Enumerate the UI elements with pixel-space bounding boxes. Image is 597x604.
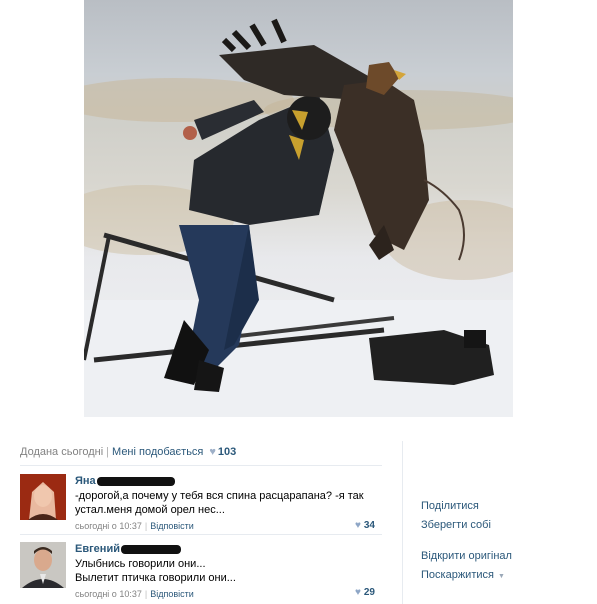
- reply-link[interactable]: Відповісти: [150, 521, 194, 531]
- comment-item: Яна -дорогой,а почему у тебя вся спина р…: [20, 474, 382, 534]
- comment-item: Евгений Улыбнись говорили они... Вылетит…: [20, 542, 382, 602]
- chevron-down-icon: ▼: [497, 573, 505, 580]
- comment-timestamp[interactable]: сьогодні о 10:37: [75, 521, 142, 531]
- comment-like-button[interactable]: ♥ 34: [355, 520, 375, 531]
- post-meta-bar: Додана сьогодні | Мені подобається ♥ 103: [20, 446, 236, 458]
- redacted-surname: [96, 476, 175, 486]
- comment-text-line: Улыбнись говорили они...: [75, 558, 206, 570]
- comment-like-count: 29: [363, 587, 375, 598]
- report-dropdown[interactable]: Поскаржитися ▼: [421, 569, 512, 583]
- post-photo[interactable]: [84, 0, 513, 417]
- share-link[interactable]: Поділитися: [421, 500, 512, 513]
- comment-divider: [20, 534, 382, 535]
- avatar[interactable]: [20, 474, 66, 520]
- comment-timestamp[interactable]: сьогодні о 10:37: [75, 589, 142, 599]
- redacted-surname: [120, 544, 181, 554]
- open-original-link[interactable]: Відкрити оригінал: [421, 550, 512, 563]
- comment-text-line: Вылетит птичка говорили они...: [75, 572, 236, 584]
- photo-actions-menu: Поділитися Зберегти собі Відкрити оригін…: [421, 500, 512, 583]
- heart-icon: ♥: [354, 587, 361, 598]
- footer-separator: |: [144, 521, 148, 531]
- heart-icon[interactable]: ♥: [209, 446, 216, 458]
- meta-separator: |: [106, 446, 110, 458]
- comment-like-count: 34: [363, 520, 375, 531]
- reply-link[interactable]: Відповісти: [150, 589, 194, 599]
- heart-icon: ♥: [354, 520, 361, 531]
- sidebar-divider: [402, 441, 403, 604]
- comment-text-line: устал.меня домой орел нес...: [75, 504, 225, 516]
- avatar[interactable]: [20, 542, 66, 588]
- like-post-link[interactable]: Мені подобається: [112, 446, 203, 458]
- footer-separator: |: [144, 589, 148, 599]
- comment-text-line: -дорогой,а почему у тебя вся спина расца…: [75, 490, 364, 502]
- comment-like-button[interactable]: ♥ 29: [355, 587, 375, 598]
- post-like-count: 103: [217, 446, 237, 458]
- post-added-date: Додана сьогодні: [20, 446, 104, 458]
- report-label: Поскаржитися: [421, 569, 494, 581]
- eagle-attack-illustration: [84, 18, 513, 417]
- save-to-self-link[interactable]: Зберегти собі: [421, 519, 512, 532]
- comment-author-link[interactable]: Яна: [75, 474, 96, 488]
- comment-author-link[interactable]: Евгений: [75, 542, 120, 556]
- comments-top-divider: [20, 465, 382, 466]
